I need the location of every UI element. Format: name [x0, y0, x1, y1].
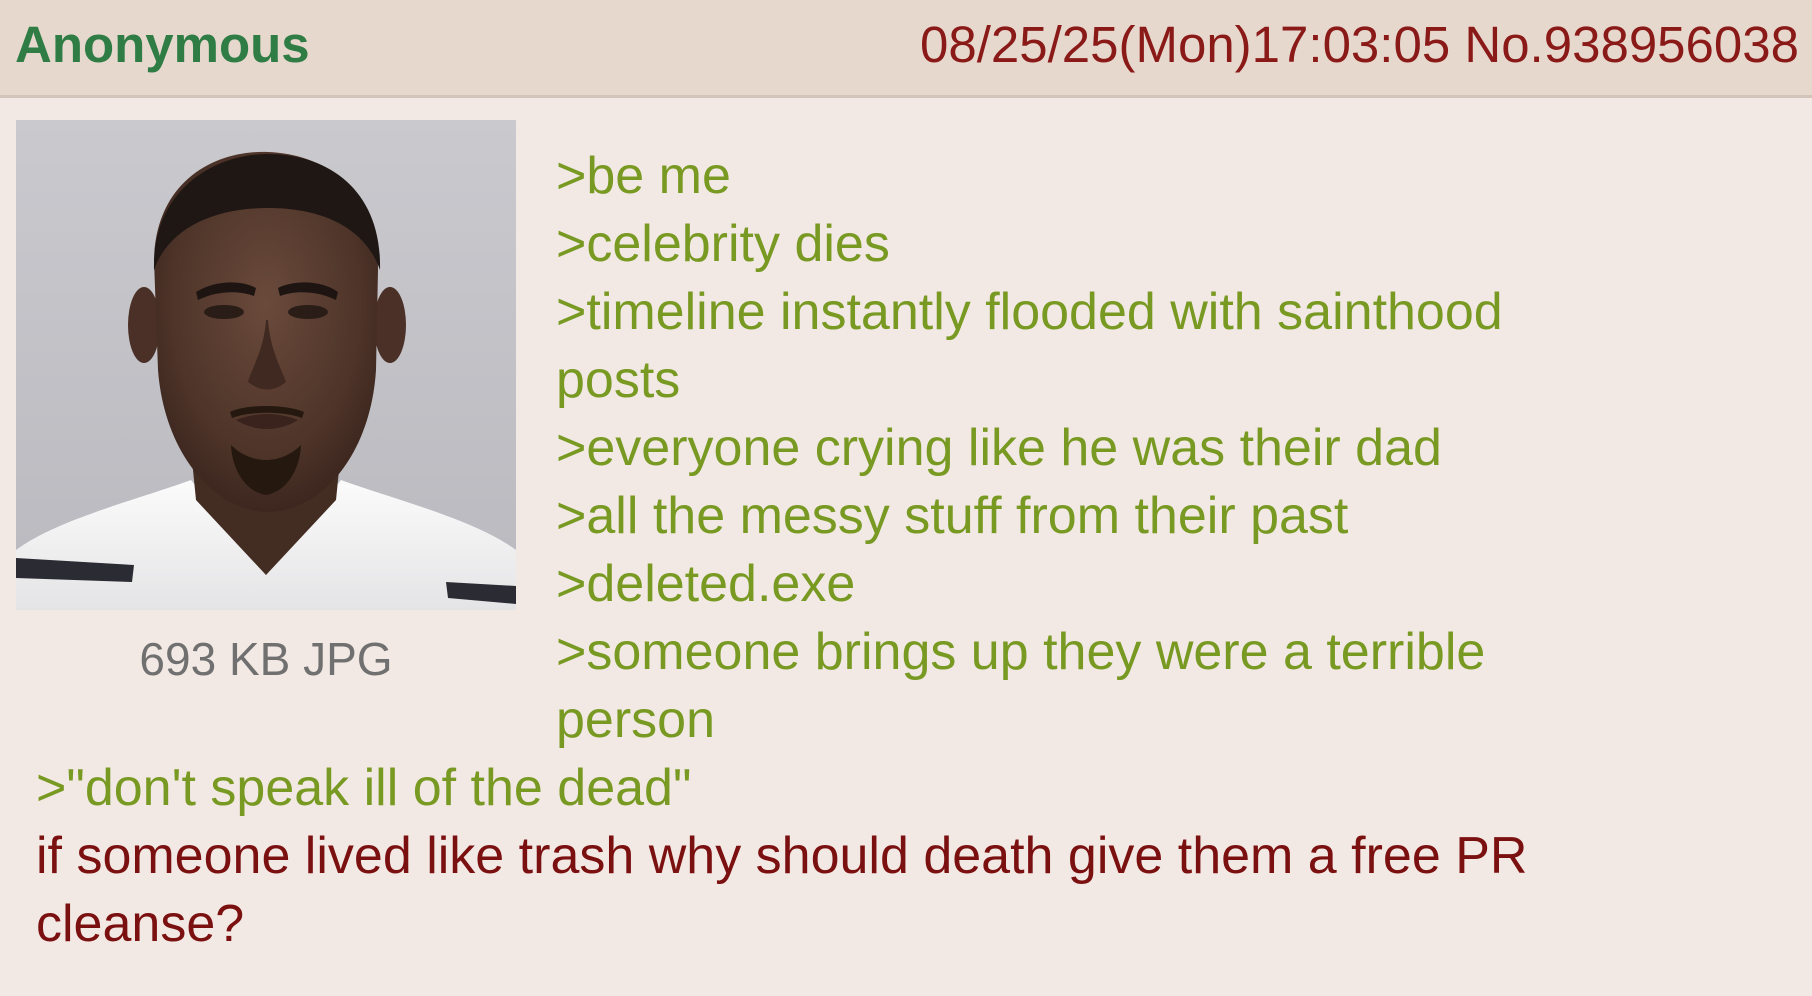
poster-name: Anonymous	[15, 16, 310, 73]
greentext-line: >celebrity dies	[556, 215, 890, 273]
greentext-line: >someone brings up they were a terrible	[556, 623, 1486, 681]
greentext-line: >timeline instantly flooded with saintho…	[556, 283, 1503, 341]
portrait-image	[16, 120, 516, 610]
greentext-line: >"don't speak ill of the dead"	[36, 759, 692, 817]
greentext-line: >be me	[556, 147, 731, 205]
comment-line: cleanse?	[36, 895, 245, 953]
comment-line: if someone lived like trash why should d…	[36, 827, 1528, 885]
file-info: 693 KB JPG	[139, 633, 393, 685]
post-header: Anonymous 08/25/25(Mon)17:03:05 No.93895…	[0, 0, 1812, 98]
greentext-line: >everyone crying like he was their dad	[556, 419, 1442, 477]
greentext-line: >deleted.exe	[556, 555, 856, 613]
greentext-line: person	[556, 691, 715, 749]
post: Anonymous 08/25/25(Mon)17:03:05 No.93895…	[0, 0, 1812, 996]
greentext-line: posts	[556, 351, 681, 409]
post-image-thumbnail[interactable]	[16, 120, 516, 610]
greentext-line: >all the messy stuff from their past	[556, 487, 1349, 545]
post-date-number[interactable]: 08/25/25(Mon)17:03:05 No.938956038	[920, 16, 1799, 74]
